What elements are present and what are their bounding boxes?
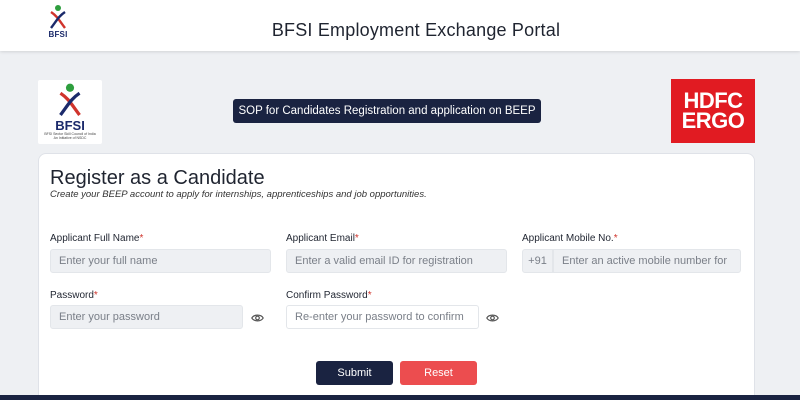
bfsi-emblem-icon xyxy=(59,83,81,116)
mobile-input[interactable] xyxy=(553,249,741,273)
form-subtitle: Create your BEEP account to apply for in… xyxy=(50,189,427,200)
email-label-text: Applicant Email xyxy=(286,233,355,244)
sop-button[interactable]: SOP for Candidates Registration and appl… xyxy=(233,99,541,123)
required-marker: * xyxy=(367,290,372,301)
email-input[interactable] xyxy=(286,249,507,273)
mobile-label-text: Applicant Mobile No. xyxy=(522,233,614,244)
password-input[interactable] xyxy=(50,305,243,329)
full-name-input[interactable] xyxy=(50,249,271,273)
password-label: Password* xyxy=(50,290,98,301)
bfsi-logo: BFSI BFSI Sector Skill Council of India … xyxy=(38,80,102,144)
full-name-label: Applicant Full Name* xyxy=(50,233,143,244)
reset-button[interactable]: Reset xyxy=(400,361,477,385)
bfsi-logo-tagline-2: An Initiative of NSDC xyxy=(53,136,87,140)
required-marker: * xyxy=(354,233,359,244)
top-header: BFSI BFSI Employment Exchange Portal xyxy=(0,0,800,51)
hdfc-ergo-logo: HDFC ERGO xyxy=(671,79,755,143)
password-label-text: Password xyxy=(50,290,94,301)
full-name-label-text: Applicant Full Name xyxy=(50,233,140,244)
submit-button[interactable]: Submit xyxy=(316,361,393,385)
bfsi-logo-text: BFSI xyxy=(55,118,85,133)
eye-icon[interactable] xyxy=(485,311,499,325)
page-title: BFSI Employment Exchange Portal xyxy=(271,20,561,40)
confirm-password-label-text: Confirm Password xyxy=(286,290,368,301)
confirm-password-input[interactable] xyxy=(286,305,479,329)
eye-icon[interactable] xyxy=(250,311,264,325)
required-marker: * xyxy=(93,290,98,301)
mobile-label: Applicant Mobile No.* xyxy=(522,233,618,244)
footer-strip xyxy=(0,395,800,400)
confirm-password-label: Confirm Password* xyxy=(286,290,372,301)
required-marker: * xyxy=(139,233,144,244)
required-marker: * xyxy=(613,233,618,244)
country-code-prefix: +91 xyxy=(522,249,553,273)
partner-logo-line2: ERGO xyxy=(681,108,745,133)
form-title: Register as a Candidate xyxy=(50,167,265,189)
email-label: Applicant Email* xyxy=(286,233,359,244)
